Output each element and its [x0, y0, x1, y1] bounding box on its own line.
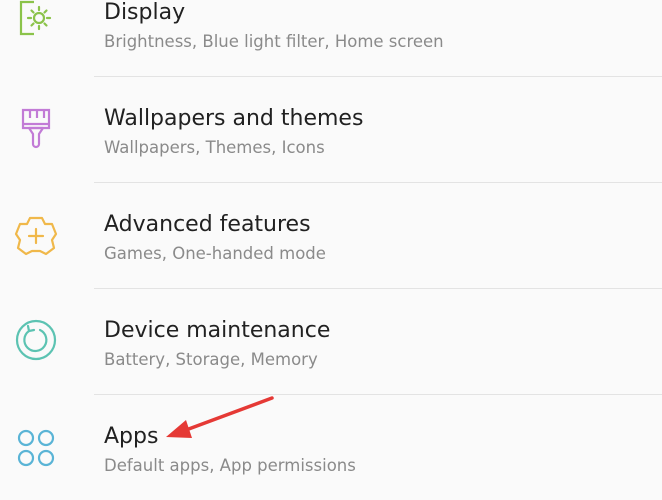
refresh-circle-icon	[14, 318, 58, 362]
settings-item-display[interactable]: Display Brightness, Blue light filter, H…	[0, 0, 662, 76]
item-subtitle: Brightness, Blue light filter, Home scre…	[104, 32, 444, 51]
item-title: Advanced features	[104, 212, 311, 237]
item-subtitle: Battery, Storage, Memory	[104, 350, 318, 369]
item-title: Device maintenance	[104, 318, 331, 343]
item-title: Apps	[104, 424, 159, 449]
settings-item-apps[interactable]: Apps Default apps, App permissions	[0, 394, 662, 500]
item-subtitle: Games, One-handed mode	[104, 244, 326, 263]
item-subtitle: Wallpapers, Themes, Icons	[104, 138, 325, 157]
settings-item-wallpapers-and-themes[interactable]: Wallpapers and themes Wallpapers, Themes…	[0, 76, 662, 182]
apps-grid-icon	[14, 426, 58, 470]
settings-item-device-maintenance[interactable]: Device maintenance Battery, Storage, Mem…	[0, 288, 662, 394]
item-subtitle: Default apps, App permissions	[104, 456, 356, 475]
gear-plus-icon	[14, 214, 58, 258]
settings-list: Display Brightness, Blue light filter, H…	[0, 0, 662, 500]
display-icon	[14, 0, 58, 40]
settings-item-advanced-features[interactable]: Advanced features Games, One-handed mode	[0, 182, 662, 288]
item-title: Display	[104, 0, 186, 25]
paintbrush-icon	[14, 106, 58, 150]
item-title: Wallpapers and themes	[104, 106, 364, 131]
